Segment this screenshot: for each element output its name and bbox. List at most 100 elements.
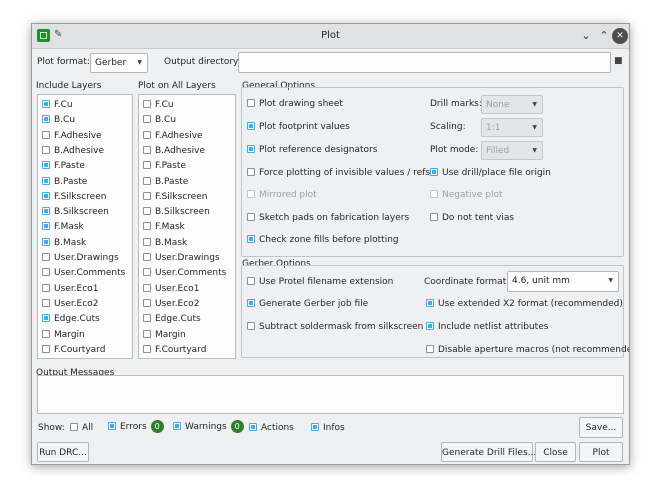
include-layer-item[interactable]: F.Silkscreen	[42, 190, 106, 204]
check-zone-fills-checkbox[interactable]: Check zone fills before plotting	[247, 234, 399, 246]
plot-drawing-sheet-checkbox[interactable]: Plot drawing sheet	[247, 98, 343, 110]
drill-marks-select[interactable]: None ▼	[481, 95, 543, 114]
generate-job-file-checkbox[interactable]: Generate Gerber job file	[247, 298, 368, 310]
minimize-icon[interactable]: ⌄	[578, 28, 594, 44]
layer-checkbox[interactable]	[42, 191, 50, 200]
save-messages-button[interactable]: Save...	[579, 417, 623, 438]
include-layer-item[interactable]: B.Cu	[42, 113, 75, 127]
layer-checkbox[interactable]	[143, 145, 151, 154]
include-layer-item[interactable]: F.Paste	[42, 159, 85, 173]
layer-checkbox[interactable]	[42, 130, 50, 139]
layer-checkbox[interactable]	[143, 222, 151, 231]
do-not-tent-vias-checkbox[interactable]: Do not tent vias	[430, 212, 514, 224]
layer-checkbox[interactable]	[42, 237, 50, 246]
disable-aperture-checkbox[interactable]: Disable aperture macros (not recommended…	[426, 344, 629, 356]
close-icon[interactable]: ✕	[612, 28, 628, 44]
include-layer-item[interactable]: F.Adhesive	[42, 129, 102, 143]
plot-all-layer-item[interactable]: B.Cu	[143, 113, 176, 127]
include-layer-item[interactable]: User.Eco2	[42, 297, 98, 311]
include-layer-item[interactable]: F.Courtyard	[42, 343, 105, 357]
generate-drill-files-button[interactable]: Generate Drill Files...	[441, 442, 536, 462]
plot-all-layer-item[interactable]: Margin	[143, 328, 186, 342]
plot-all-layer-item[interactable]: User.Eco2	[143, 297, 199, 311]
plot-all-layer-item[interactable]: B.Silkscreen	[143, 205, 210, 219]
show-warnings-checkbox[interactable]: Warnings 0	[173, 420, 244, 435]
layer-checkbox[interactable]	[42, 145, 50, 154]
include-layer-item[interactable]: B.Paste	[42, 175, 87, 189]
include-layer-item[interactable]: B.Silkscreen	[42, 205, 109, 219]
include-layer-item[interactable]: Edge.Cuts	[42, 312, 100, 326]
include-layer-item[interactable]: Margin	[42, 328, 85, 342]
layer-checkbox[interactable]	[42, 344, 50, 353]
maximize-icon[interactable]: ⌃	[596, 28, 612, 44]
layer-checkbox[interactable]	[143, 115, 151, 124]
layer-checkbox[interactable]	[42, 115, 50, 124]
use-drill-origin-checkbox[interactable]: Use drill/place file origin	[430, 167, 551, 179]
negative-plot-checkbox[interactable]: Negative plot	[430, 189, 503, 201]
plot-reference-designators-checkbox[interactable]: Plot reference designators	[247, 144, 377, 156]
plot-all-layer-item[interactable]: F.Paste	[143, 159, 186, 173]
plot-all-layer-item[interactable]: F.Adhesive	[143, 129, 203, 143]
plot-footprint-values-checkbox[interactable]: Plot footprint values	[247, 121, 350, 133]
mirrored-plot-checkbox[interactable]: Mirrored plot	[247, 189, 317, 201]
output-messages-area[interactable]	[37, 375, 624, 414]
layer-checkbox[interactable]	[143, 283, 151, 292]
plot-all-layer-item[interactable]: B.Adhesive	[143, 144, 205, 158]
use-protel-checkbox[interactable]: Use Protel filename extension	[247, 276, 393, 288]
show-errors-checkbox[interactable]: Errors 0	[108, 420, 164, 435]
plot-all-layer-item[interactable]: F.Mask	[143, 220, 185, 234]
layer-checkbox[interactable]	[42, 176, 50, 185]
layer-checkbox[interactable]	[42, 268, 50, 277]
subtract-soldermask-checkbox[interactable]: Subtract soldermask from silkscreen	[247, 321, 423, 333]
plot-all-layer-item[interactable]: B.Mask	[143, 236, 187, 250]
plot-all-layer-item[interactable]: User.Drawings	[143, 251, 220, 265]
show-all-checkbox[interactable]: All	[70, 422, 93, 434]
plot-all-layer-item[interactable]: F.Cu	[143, 98, 174, 112]
scaling-select[interactable]: 1:1 ▼	[481, 118, 543, 137]
layer-checkbox[interactable]	[42, 222, 50, 231]
output-directory-input[interactable]	[238, 52, 611, 73]
layer-checkbox[interactable]	[42, 161, 50, 170]
layer-checkbox[interactable]	[143, 329, 151, 338]
run-drc-button[interactable]: Run DRC...	[37, 442, 89, 462]
layer-checkbox[interactable]	[143, 298, 151, 307]
layer-checkbox[interactable]	[143, 268, 151, 277]
layer-checkbox[interactable]	[42, 314, 50, 323]
include-layer-item[interactable]: F.Mask	[42, 220, 84, 234]
layer-checkbox[interactable]	[42, 207, 50, 216]
layer-checkbox[interactable]	[143, 314, 151, 323]
layer-checkbox[interactable]	[143, 344, 151, 353]
show-infos-checkbox[interactable]: Infos	[311, 422, 345, 434]
layer-checkbox[interactable]	[143, 161, 151, 170]
plot-all-layer-item[interactable]: User.Eco1	[143, 282, 199, 296]
close-button[interactable]: Close	[535, 442, 576, 462]
layer-checkbox[interactable]	[42, 329, 50, 338]
plot-mode-select[interactable]: Filled ▼	[481, 141, 543, 160]
layer-checkbox[interactable]	[42, 100, 50, 108]
plot-all-layers-list[interactable]: F.Cu B.Cu F.Adhesive B.Adhesive F.Paste B.Pas…	[138, 94, 236, 359]
force-invisible-checkbox[interactable]: Force plotting of invisible values / ref…	[247, 167, 430, 179]
plot-all-layer-item[interactable]: Edge.Cuts	[143, 312, 201, 326]
plot-all-layer-item[interactable]: F.Silkscreen	[143, 190, 207, 204]
layer-checkbox[interactable]	[42, 283, 50, 292]
plot-all-layer-item[interactable]: F.Courtyard	[143, 343, 206, 357]
include-netlist-checkbox[interactable]: Include netlist attributes	[426, 321, 548, 333]
sketch-pads-checkbox[interactable]: Sketch pads on fabrication layers	[247, 212, 409, 224]
use-x2-checkbox[interactable]: Use extended X2 format (recommended)	[426, 298, 623, 310]
layer-checkbox[interactable]	[42, 253, 50, 261]
plot-button[interactable]: Plot	[579, 442, 623, 462]
layer-checkbox[interactable]	[143, 191, 151, 200]
show-actions-checkbox[interactable]: Actions	[249, 422, 294, 434]
include-layer-item[interactable]: User.Drawings	[42, 251, 119, 265]
layer-checkbox[interactable]	[143, 130, 151, 139]
plot-format-select[interactable]: Gerber ▼	[90, 53, 148, 73]
layer-checkbox[interactable]	[143, 237, 151, 246]
include-layer-item[interactable]: B.Adhesive	[42, 144, 104, 158]
layer-checkbox[interactable]	[143, 207, 151, 216]
include-layer-item[interactable]: User.Eco1	[42, 282, 98, 296]
plot-all-layer-item[interactable]: B.Paste	[143, 175, 188, 189]
layer-checkbox[interactable]	[42, 298, 50, 307]
layer-checkbox[interactable]	[143, 176, 151, 185]
include-layers-list[interactable]: F.Cu B.Cu F.Adhesive B.Adhesive F.Paste B.Pas…	[37, 94, 133, 359]
include-layer-item[interactable]: F.Cu	[42, 98, 73, 112]
